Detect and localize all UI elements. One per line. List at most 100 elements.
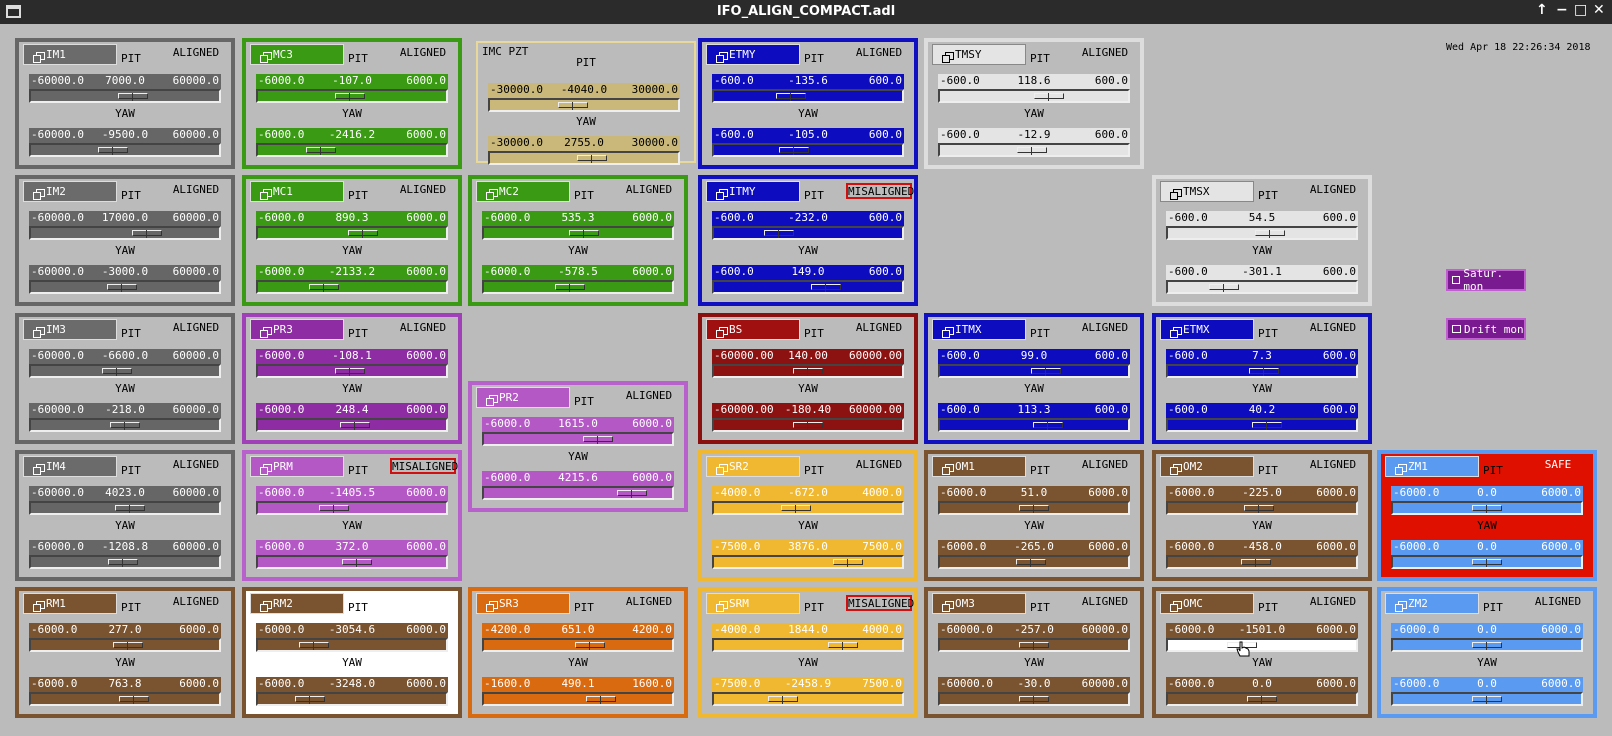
prm-yaw-slider-thumb[interactable] <box>341 559 372 567</box>
prm-pit-slider[interactable] <box>256 501 448 515</box>
maximize-icon[interactable]: □ <box>1574 2 1587 18</box>
im2-button[interactable]: IM2 <box>23 181 117 202</box>
srm-button[interactable]: SRM <box>706 593 800 614</box>
tmsy-yaw-slider[interactable] <box>938 143 1130 157</box>
zm2-pit-slider[interactable] <box>1391 638 1583 652</box>
pr3-button[interactable]: PR3 <box>250 319 344 340</box>
omc-button[interactable]: OMC <box>1160 593 1254 614</box>
om2-pit-slider-thumb[interactable] <box>1243 505 1274 513</box>
rm1-yaw-slider[interactable] <box>29 692 221 706</box>
sr2-pit-slider[interactable] <box>712 501 904 515</box>
bs-yaw-slider-thumb[interactable] <box>793 422 823 430</box>
tmsy-button[interactable]: TMSY <box>932 44 1026 65</box>
etmy-pit-slider[interactable] <box>712 89 904 103</box>
itmx-button[interactable]: ITMX <box>932 319 1026 340</box>
tmsy-yaw-slider-thumb[interactable] <box>1017 147 1048 155</box>
pr2-pit-slider[interactable] <box>482 432 674 446</box>
srm-pit-slider-thumb[interactable] <box>828 642 859 650</box>
tmsy-pit-slider[interactable] <box>938 89 1130 103</box>
itmy-yaw-slider[interactable] <box>712 280 904 294</box>
mc2-button[interactable]: MC2 <box>476 181 570 202</box>
sr2-yaw-slider-thumb[interactable] <box>833 559 864 567</box>
satur-mon-button[interactable]: Satur. mon <box>1446 267 1526 293</box>
im2-yaw-slider[interactable] <box>29 280 221 294</box>
rm1-pit-slider[interactable] <box>29 638 221 652</box>
etmy-button[interactable]: ETMY <box>706 44 800 65</box>
rm2-pit-slider[interactable] <box>256 638 448 652</box>
zm2-yaw-slider-thumb[interactable] <box>1472 696 1502 704</box>
zm2-pit-slider-thumb[interactable] <box>1472 642 1502 650</box>
srm-yaw-slider-thumb[interactable] <box>768 696 799 704</box>
etmx-yaw-slider-thumb[interactable] <box>1251 422 1282 430</box>
im1-yaw-slider-thumb[interactable] <box>97 147 128 155</box>
zm1-pit-slider[interactable] <box>1391 501 1583 515</box>
bs-button[interactable]: BS <box>706 319 800 340</box>
etmx-pit-slider-thumb[interactable] <box>1248 368 1279 376</box>
sr3-pit-slider-thumb[interactable] <box>575 642 606 650</box>
pzt-yaw-slider[interactable] <box>488 151 680 165</box>
itmy-yaw-slider-thumb[interactable] <box>811 284 842 292</box>
om3-yaw-slider-thumb[interactable] <box>1019 696 1049 704</box>
om1-pit-slider[interactable] <box>938 501 1130 515</box>
mc1-pit-slider-thumb[interactable] <box>347 230 378 238</box>
pzt-pit-slider[interactable] <box>488 98 680 112</box>
srm-pit-slider[interactable] <box>712 638 904 652</box>
bs-yaw-slider[interactable] <box>712 418 904 432</box>
mc2-yaw-slider-thumb[interactable] <box>555 284 586 292</box>
sr3-pit-slider[interactable] <box>482 638 674 652</box>
mc1-button[interactable]: MC1 <box>250 181 344 202</box>
rm2-yaw-slider[interactable] <box>256 692 448 706</box>
bs-pit-slider-thumb[interactable] <box>793 368 823 376</box>
etmy-yaw-slider[interactable] <box>712 143 904 157</box>
rm2-button[interactable]: RM2 <box>250 593 344 614</box>
om2-button[interactable]: OM2 <box>1160 456 1254 477</box>
itmx-yaw-slider[interactable] <box>938 418 1130 432</box>
mc1-yaw-slider-thumb[interactable] <box>309 284 340 292</box>
itmx-yaw-slider-thumb[interactable] <box>1032 422 1063 430</box>
mc1-pit-slider[interactable] <box>256 226 448 240</box>
rm1-yaw-slider-thumb[interactable] <box>119 696 150 704</box>
itmy-button[interactable]: ITMY <box>706 181 800 202</box>
mc3-pit-slider[interactable] <box>256 89 448 103</box>
om1-yaw-slider[interactable] <box>938 555 1130 569</box>
pr3-yaw-slider-thumb[interactable] <box>340 422 371 430</box>
etmy-yaw-slider-thumb[interactable] <box>779 147 810 155</box>
itmy-pit-slider-thumb[interactable] <box>763 230 794 238</box>
zm2-yaw-slider[interactable] <box>1391 692 1583 706</box>
om3-pit-slider-thumb[interactable] <box>1019 642 1049 650</box>
im3-button[interactable]: IM3 <box>23 319 117 340</box>
prm-pit-slider-thumb[interactable] <box>318 505 349 513</box>
im4-pit-slider[interactable] <box>29 501 221 515</box>
tmsx-pit-slider-thumb[interactable] <box>1254 230 1285 238</box>
prm-yaw-slider[interactable] <box>256 555 448 569</box>
sr3-yaw-slider[interactable] <box>482 692 674 706</box>
im3-yaw-slider-thumb[interactable] <box>110 422 140 430</box>
zm1-pit-slider-thumb[interactable] <box>1472 505 1502 513</box>
itmy-pit-slider[interactable] <box>712 226 904 240</box>
etmy-pit-slider-thumb[interactable] <box>776 93 807 101</box>
mc2-yaw-slider[interactable] <box>482 280 674 294</box>
mc2-pit-slider[interactable] <box>482 226 674 240</box>
im3-yaw-slider[interactable] <box>29 418 221 432</box>
itmx-pit-slider-thumb[interactable] <box>1031 368 1062 376</box>
srm-yaw-slider[interactable] <box>712 692 904 706</box>
im1-button[interactable]: IM1 <box>23 44 117 65</box>
im4-button[interactable]: IM4 <box>23 456 117 477</box>
rm1-pit-slider-thumb[interactable] <box>113 642 144 650</box>
im1-pit-slider[interactable] <box>29 89 221 103</box>
mc3-yaw-slider[interactable] <box>256 143 448 157</box>
om3-yaw-slider[interactable] <box>938 692 1130 706</box>
im4-pit-slider-thumb[interactable] <box>114 505 145 513</box>
pr3-yaw-slider[interactable] <box>256 418 448 432</box>
mc1-yaw-slider[interactable] <box>256 280 448 294</box>
pr2-button[interactable]: PR2 <box>476 387 570 408</box>
om2-pit-slider[interactable] <box>1166 501 1358 515</box>
im3-pit-slider-thumb[interactable] <box>102 368 133 376</box>
sr2-pit-slider-thumb[interactable] <box>780 505 811 513</box>
sr3-button[interactable]: SR3 <box>476 593 570 614</box>
itmx-pit-slider[interactable] <box>938 364 1130 378</box>
im1-yaw-slider[interactable] <box>29 143 221 157</box>
etmx-yaw-slider[interactable] <box>1166 418 1358 432</box>
mc3-yaw-slider-thumb[interactable] <box>306 147 337 155</box>
om3-button[interactable]: OM3 <box>932 593 1026 614</box>
